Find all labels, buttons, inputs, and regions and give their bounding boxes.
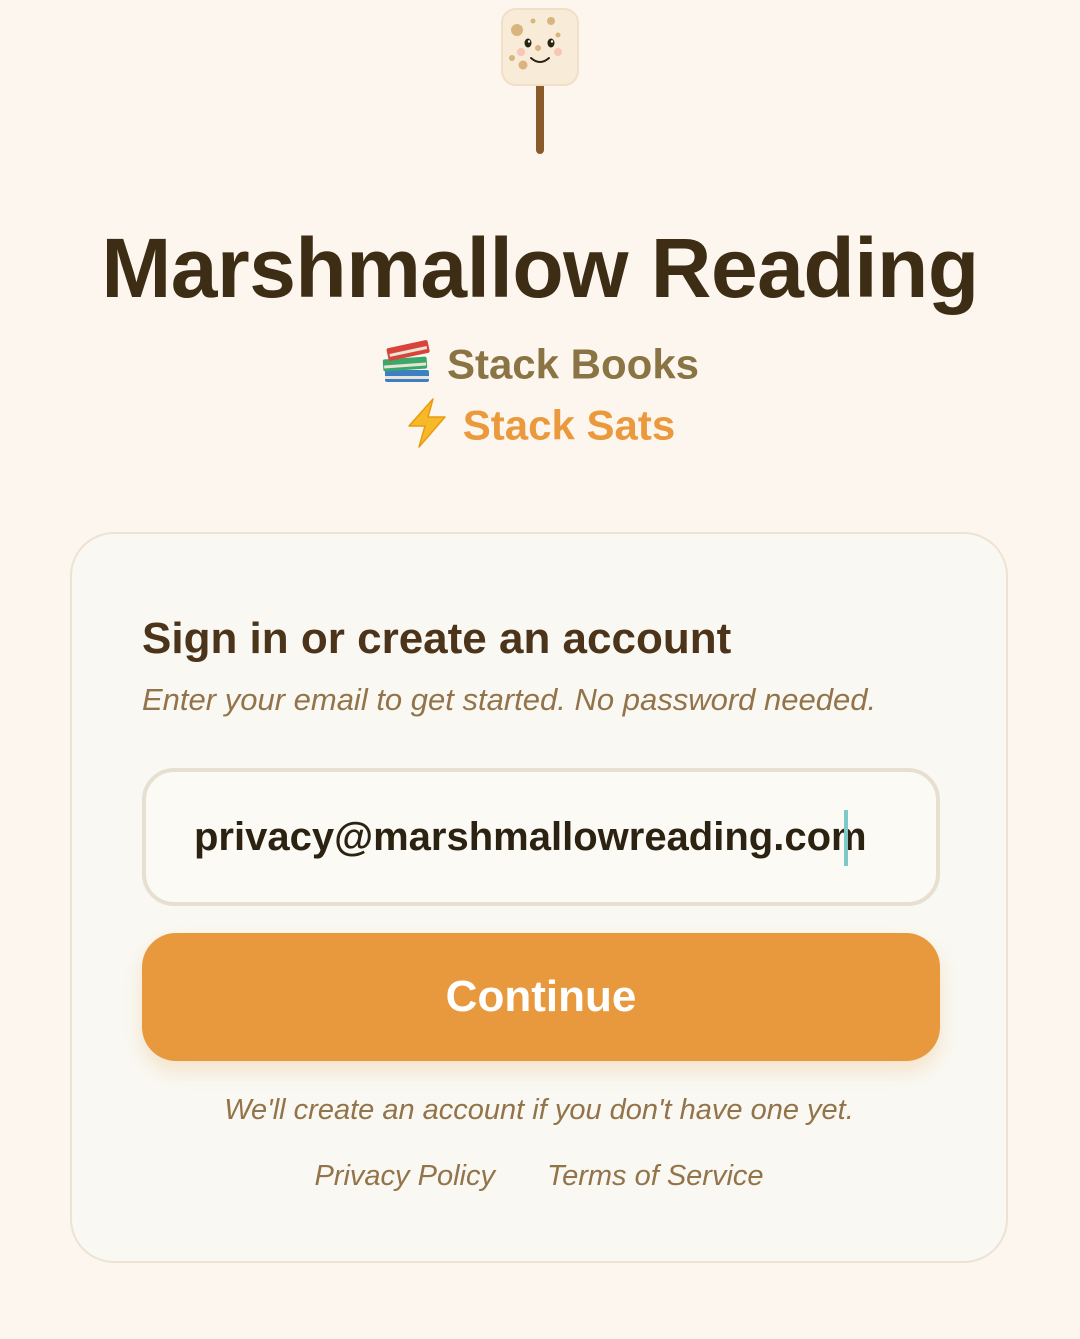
tagline-stack-sats: Stack Sats <box>0 398 1080 459</box>
signin-heading: Sign in or create an account <box>142 614 732 663</box>
email-field[interactable] <box>142 768 940 906</box>
continue-button[interactable]: Continue <box>142 933 940 1061</box>
tagline-books-text: Stack Books <box>446 340 700 388</box>
create-account-note: We'll create an account if you don't hav… <box>224 1094 854 1126</box>
books-emoji-icon <box>381 338 433 397</box>
text-caret <box>844 810 848 866</box>
tagline-sats-text: Stack Sats <box>462 401 676 449</box>
signin-card: Sign in or create an account Enter your … <box>70 532 1008 1263</box>
signin-subtitle: Enter your email to get started. No pass… <box>142 682 877 717</box>
tagline-stack-books: Stack Books <box>0 338 1080 397</box>
lightning-emoji-icon <box>405 398 449 459</box>
email-input[interactable] <box>194 802 894 872</box>
privacy-policy-link[interactable]: Privacy Policy <box>314 1160 495 1192</box>
marshmallow-logo-icon <box>501 8 579 158</box>
terms-of-service-link[interactable]: Terms of Service <box>547 1160 764 1192</box>
app-title: Marshmallow Reading <box>101 221 979 315</box>
footer-links: Privacy Policy Terms of Service <box>72 1156 1006 1196</box>
